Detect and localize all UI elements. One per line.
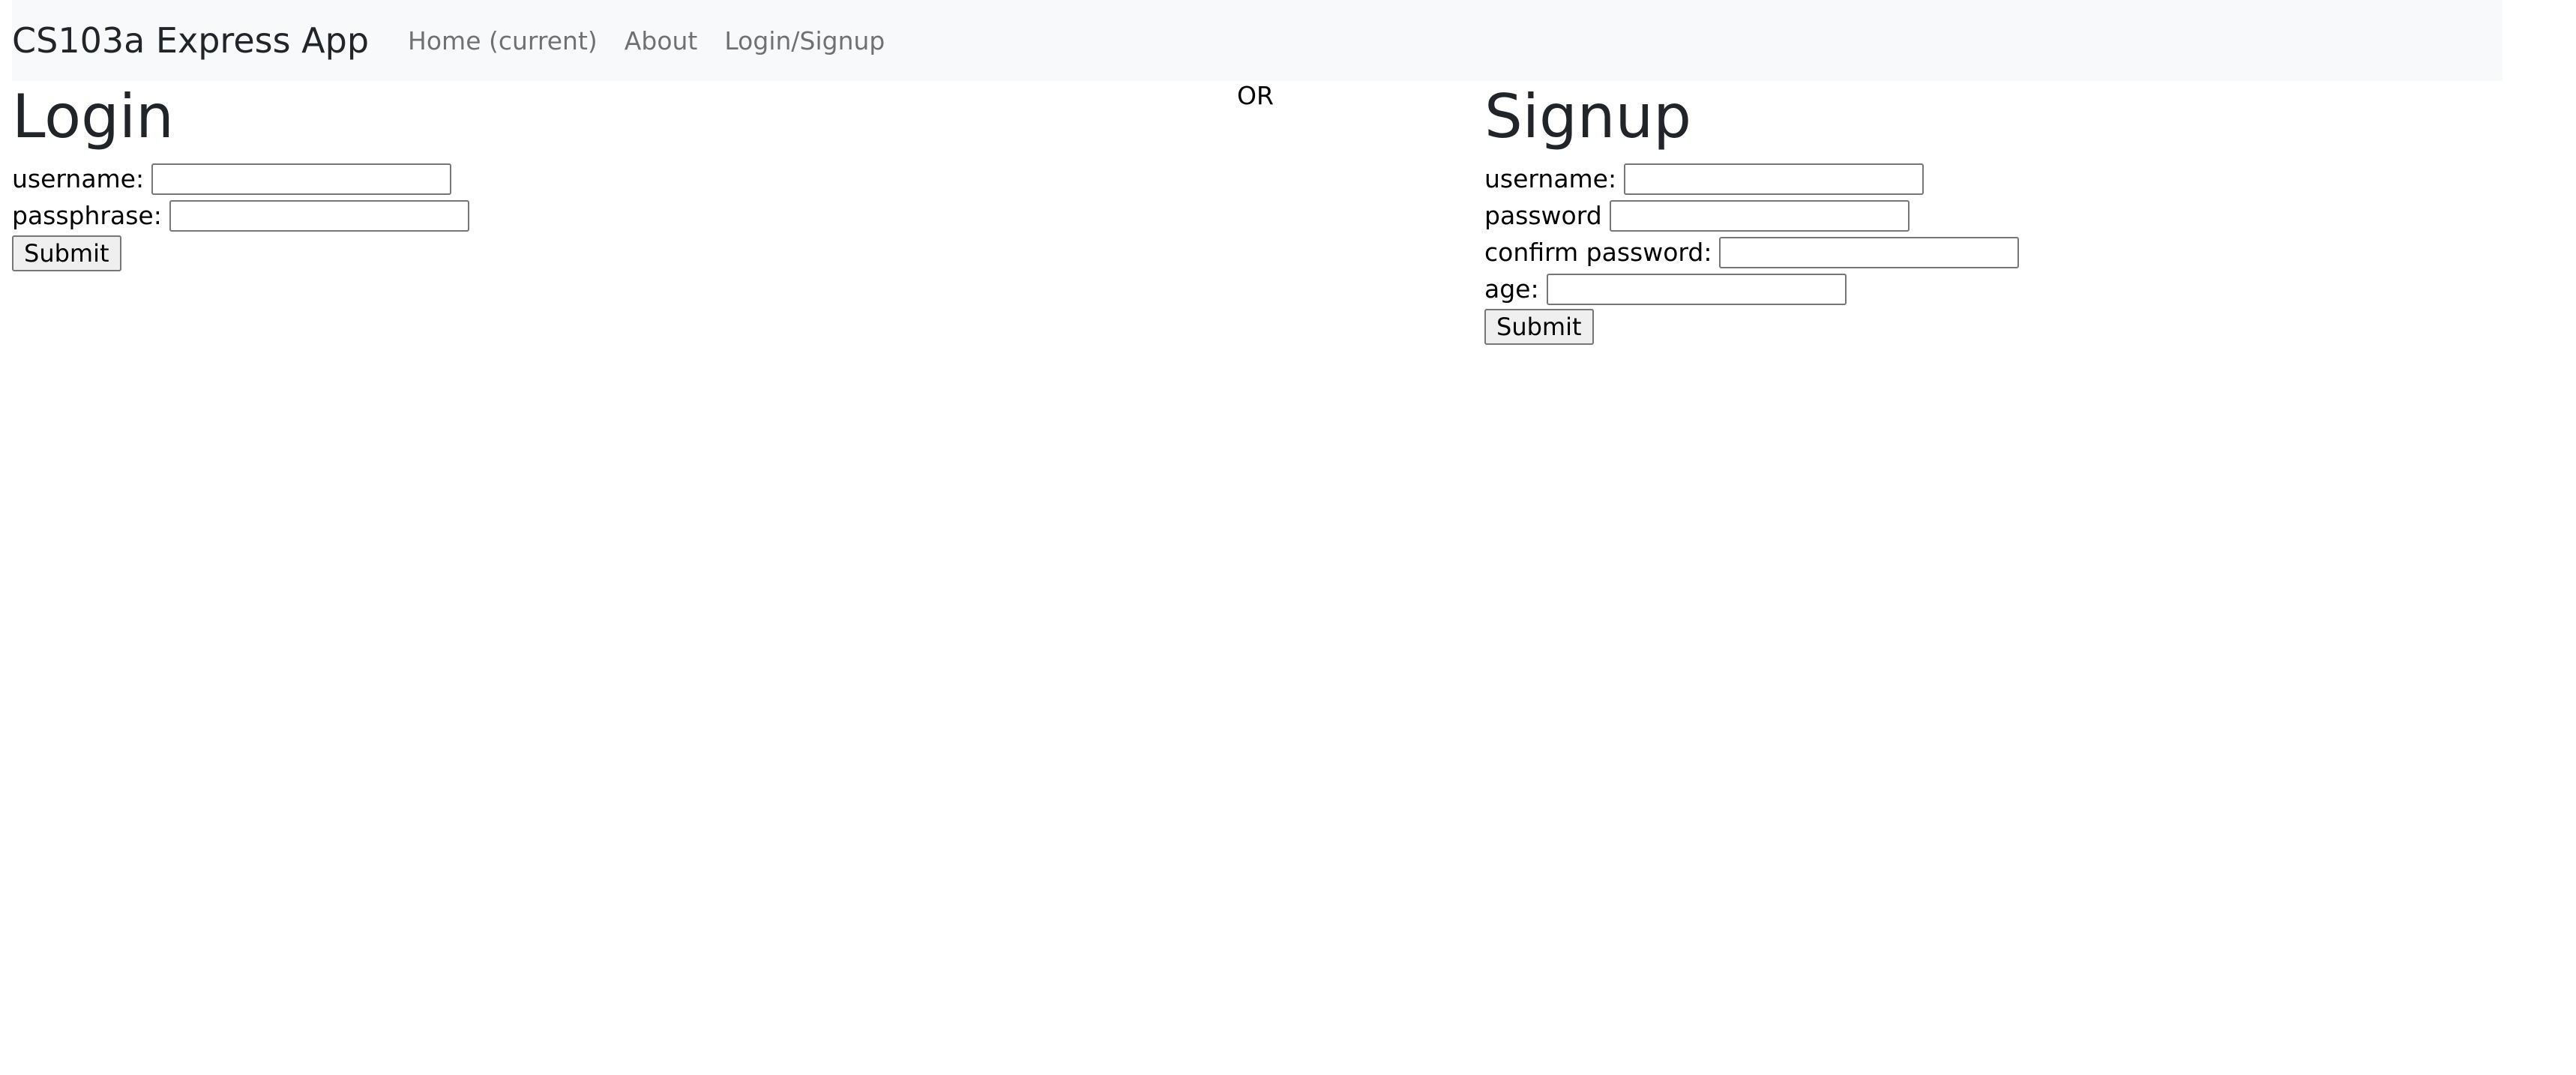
login-submit-button[interactable]: Submit (12, 235, 121, 271)
signup-age-input[interactable] (1546, 273, 1847, 305)
login-passphrase-label: passphrase: (12, 201, 162, 230)
login-username-input[interactable] (151, 163, 452, 195)
signup-username-input[interactable] (1624, 163, 1925, 195)
signup-password-label: password (1484, 201, 1602, 230)
signup-confirm-password-input[interactable] (1719, 236, 2020, 268)
navbar: CS103a Express App Home (current) About … (12, 0, 2503, 81)
nav-link-login-signup[interactable]: Login/Signup (724, 26, 885, 55)
login-form: Login username: passphrase: Submit (12, 81, 469, 271)
signup-submit-button[interactable]: Submit (1484, 309, 1594, 345)
signup-password-input[interactable] (1609, 199, 1910, 232)
nav-link-home[interactable]: Home (current) (408, 26, 598, 55)
signup-password-row: password (1484, 197, 2019, 234)
nav-link-about[interactable]: About (625, 26, 698, 55)
signup-age-label: age: (1484, 274, 1539, 304)
login-username-label: username: (12, 164, 145, 193)
signup-username-row: username: (1484, 160, 2019, 197)
login-title: Login (12, 82, 174, 151)
navbar-brand[interactable]: CS103a Express App (12, 20, 369, 61)
signup-age-row: age: (1484, 271, 2019, 307)
signup-confirm-password-row: confirm password: (1484, 234, 2020, 271)
login-passphrase-input[interactable] (169, 199, 469, 232)
or-separator: OR (1237, 81, 1274, 110)
signup-form: Signup username: password confirm passwo… (1484, 81, 2020, 345)
signup-title: Signup (1484, 82, 1691, 151)
login-username-row: username: (12, 160, 469, 197)
signup-username-label: username: (1484, 164, 1617, 193)
signup-confirm-password-label: confirm password: (1484, 238, 1712, 267)
login-passphrase-row: passphrase: (12, 197, 469, 234)
